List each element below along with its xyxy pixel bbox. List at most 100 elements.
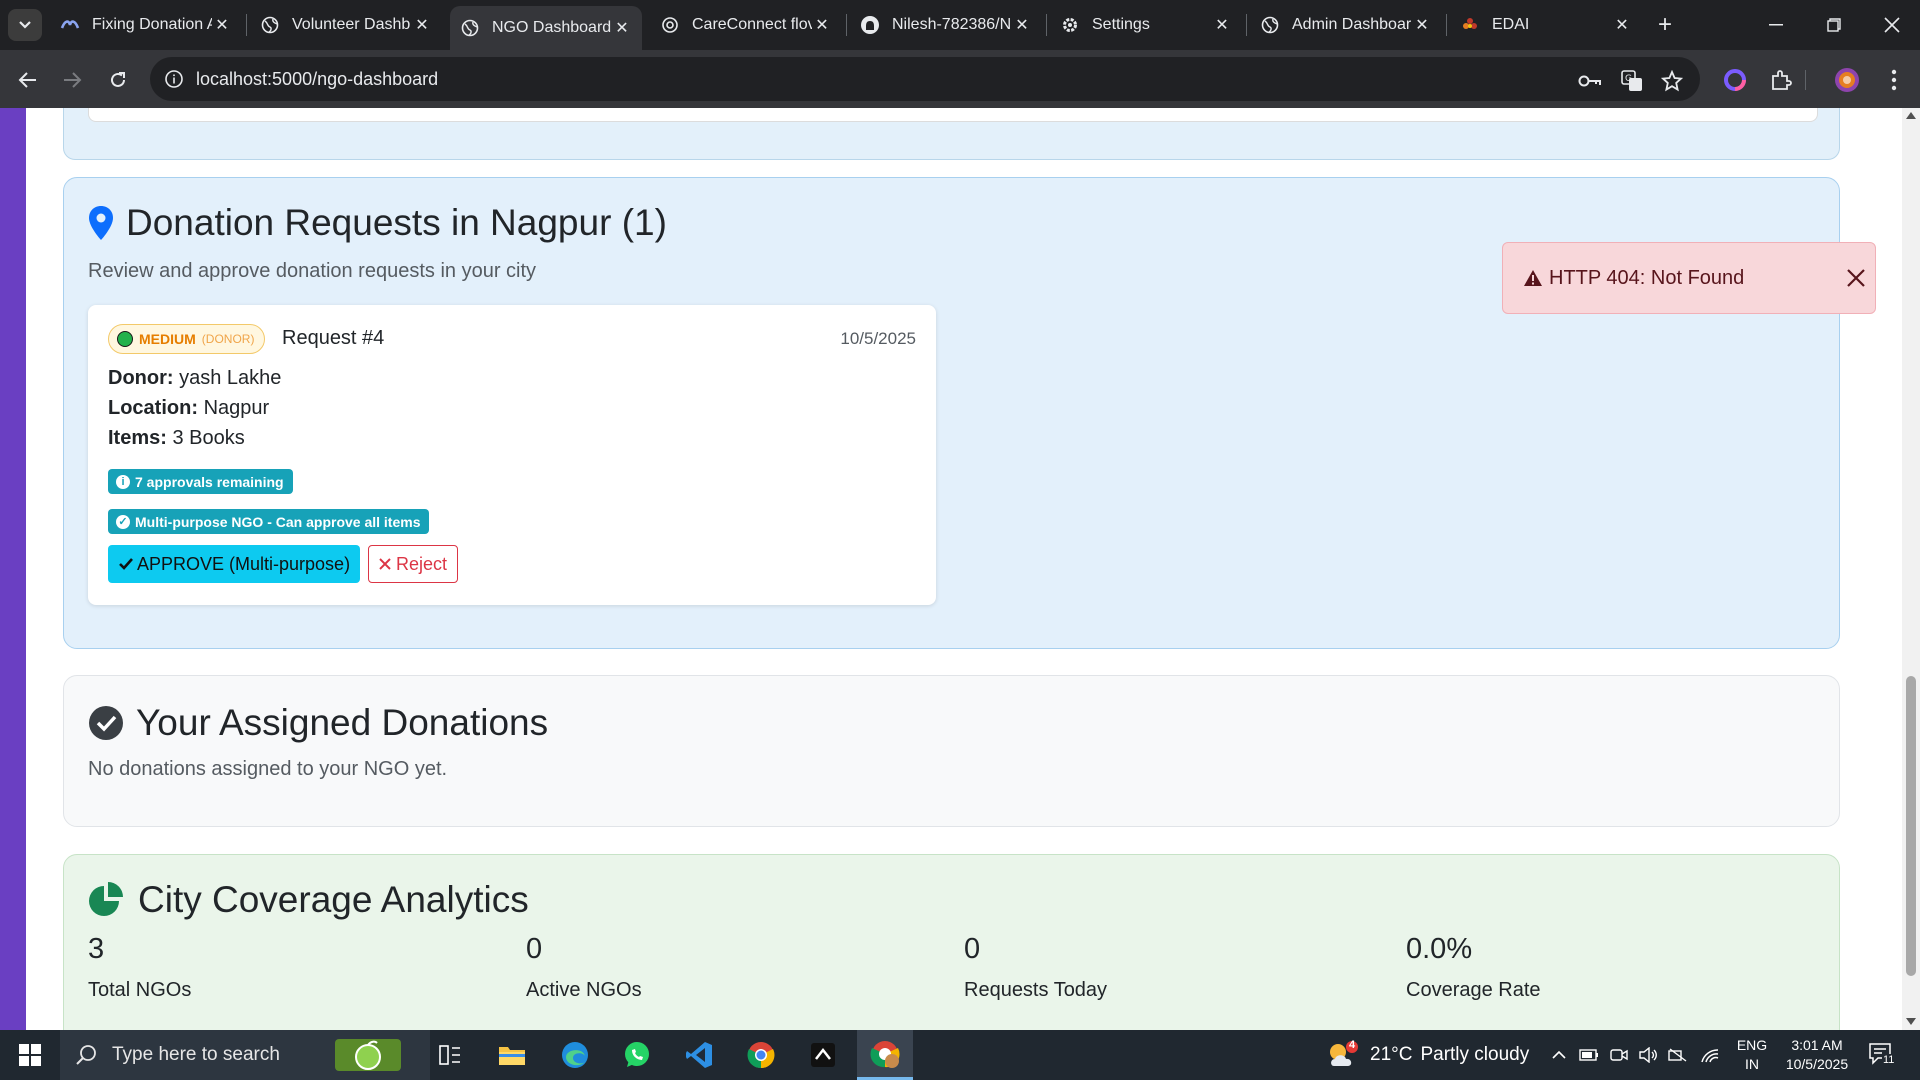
close-icon[interactable]: ✕: [1212, 15, 1232, 35]
search-placeholder: Type here to search: [112, 1044, 280, 1065]
approve-label: APPROVE (Multi-purpose): [137, 553, 351, 574]
tab-title: Volunteer Dashb: [292, 16, 411, 33]
x-icon: [379, 558, 391, 570]
network-offline-icon[interactable]: [1668, 1045, 1688, 1065]
restore-icon: [1827, 18, 1841, 32]
priority-level: MEDIUM: [139, 331, 196, 347]
task-view-icon[interactable]: [422, 1030, 478, 1080]
minimize-button[interactable]: [1748, 0, 1804, 50]
notification-center-button[interactable]: 11: [1868, 1042, 1898, 1070]
volume-icon[interactable]: [1638, 1045, 1658, 1065]
section-title: Donation Requests in Nagpur (1): [126, 202, 667, 243]
input-language-indicator[interactable]: ENG IN: [1734, 1036, 1770, 1074]
bookmark-star-icon[interactable]: [1660, 69, 1684, 93]
close-icon[interactable]: ✕: [812, 15, 832, 35]
restore-button[interactable]: [1806, 0, 1862, 50]
reload-button[interactable]: [102, 64, 134, 96]
location-row: Location: Nagpur: [108, 397, 269, 420]
address-bar[interactable]: localhost:5000/ngo-dashboard G: [150, 57, 1700, 101]
toolbar-divider: [1805, 70, 1806, 90]
stat-total-ngos-label: Total NGOs: [88, 979, 192, 1001]
meet-now-icon[interactable]: [1609, 1045, 1629, 1065]
info-icon: i: [116, 474, 130, 489]
url-text[interactable]: localhost:5000/ngo-dashboard: [196, 69, 438, 90]
tab-admin-dashboard[interactable]: Admin Dashboar ✕: [1250, 6, 1442, 44]
tab-volunteer-dashboard[interactable]: Volunteer Dashb ✕: [250, 6, 442, 44]
close-icon[interactable]: ✕: [1012, 15, 1032, 35]
weather-badge: 4: [1349, 1039, 1356, 1051]
chevron-up-icon[interactable]: [1549, 1045, 1569, 1065]
close-icon[interactable]: ✕: [212, 15, 232, 35]
translate-icon[interactable]: G: [1620, 69, 1644, 93]
tab-careconnect[interactable]: CareConnect flov ✕: [650, 6, 842, 44]
battery-icon[interactable]: [1579, 1045, 1599, 1065]
new-tab-button[interactable]: +: [1650, 10, 1680, 40]
extensions-puzzle-icon[interactable]: [1767, 66, 1795, 94]
system-clock[interactable]: 3:01 AM 10/5/2025: [1772, 1036, 1862, 1074]
reject-button[interactable]: Reject: [368, 545, 459, 583]
close-icon[interactable]: ✕: [1612, 15, 1632, 35]
tab-title: Nilesh-782386/N: [892, 16, 1012, 33]
tab-edai[interactable]: EDAI ✕: [1450, 6, 1642, 44]
close-icon: [1884, 17, 1900, 33]
close-icon[interactable]: ✕: [612, 18, 632, 38]
tab-github[interactable]: Nilesh-782386/N ✕: [850, 6, 1042, 44]
donor-label: Donor:: [108, 367, 174, 389]
toast-close-button[interactable]: [1843, 265, 1869, 291]
partly-cloudy-icon: [1330, 1041, 1358, 1066]
ngo-type-text: Multi-purpose NGO - Can approve all item…: [135, 513, 421, 530]
back-button[interactable]: [12, 64, 44, 96]
previous-section-card: [63, 108, 1840, 160]
profile-avatar[interactable]: [1833, 66, 1861, 94]
stat-requests-today-value: 0: [964, 933, 981, 965]
close-icon[interactable]: ✕: [1412, 15, 1432, 35]
tab-search-button[interactable]: [8, 9, 42, 41]
extension-ring-icon[interactable]: [1721, 66, 1749, 94]
tab-fixing-donation[interactable]: Fixing Donation A ✕: [50, 6, 242, 44]
search-highlight-icon[interactable]: [330, 1030, 406, 1080]
close-icon: [1847, 269, 1865, 287]
stat-active-ngos-value: 0: [526, 933, 543, 965]
file-explorer-icon[interactable]: [484, 1030, 540, 1080]
check-circle-icon: ✓: [116, 514, 130, 529]
vscode-icon[interactable]: [671, 1030, 727, 1080]
arrow-left-icon: [18, 72, 36, 88]
section-title: City Coverage Analytics: [138, 879, 529, 920]
page-viewport: Donation Requests in Nagpur (1) Review a…: [0, 108, 1920, 1030]
location-value: Nagpur: [203, 397, 270, 419]
request-source: (DONOR): [201, 332, 255, 346]
donation-requests-heading: Donation Requests in Nagpur (1): [88, 202, 667, 244]
terminal-app-icon[interactable]: [795, 1030, 851, 1080]
github-icon: [860, 15, 880, 35]
chrome-profile-active-icon[interactable]: [857, 1030, 913, 1080]
site-info-icon[interactable]: [164, 69, 184, 89]
password-key-icon[interactable]: [1578, 69, 1602, 93]
language-code: ENG: [1736, 1037, 1768, 1053]
browser-menu-icon[interactable]: [1880, 66, 1908, 94]
start-button[interactable]: [0, 1030, 60, 1080]
scroll-up-arrow-icon[interactable]: [1906, 112, 1916, 119]
toast-message: HTTP 404: Not Found: [1549, 267, 1745, 289]
scrollbar-thumb[interactable]: [1906, 676, 1916, 976]
scroll-down-arrow-icon[interactable]: [1906, 1018, 1916, 1025]
stat-active-ngos-label: Active NGOs: [526, 979, 642, 1001]
globe-icon: [460, 18, 480, 38]
page-scrollbar[interactable]: [1902, 108, 1920, 1030]
weather-widget[interactable]: 4 21°C Partly cloudy: [1326, 1030, 1529, 1080]
forward-button[interactable]: [56, 64, 88, 96]
wifi-icon[interactable]: [1700, 1045, 1720, 1065]
approvals-remaining-badge: i 7 approvals remaining: [108, 469, 293, 494]
tab-ngo-dashboard[interactable]: NGO Dashboard ✕: [450, 6, 642, 50]
tab-settings[interactable]: Settings ✕: [1050, 6, 1242, 44]
close-icon[interactable]: ✕: [412, 15, 432, 35]
clock-date: 10/5/2025: [1785, 1056, 1849, 1072]
edge-icon[interactable]: [547, 1030, 603, 1080]
close-window-button[interactable]: [1864, 0, 1920, 50]
approve-button[interactable]: APPROVE (Multi-purpose): [108, 545, 361, 583]
tab-title: Settings: [1092, 16, 1150, 33]
clock-time: 3:01 AM: [1791, 1037, 1843, 1053]
whatsapp-icon[interactable]: [609, 1030, 665, 1080]
chrome-icon[interactable]: [733, 1030, 789, 1080]
city-coverage-analytics-section: City Coverage Analytics 3 Total NGOs 0 A…: [63, 854, 1840, 1030]
request-id: Request #4: [282, 327, 385, 349]
